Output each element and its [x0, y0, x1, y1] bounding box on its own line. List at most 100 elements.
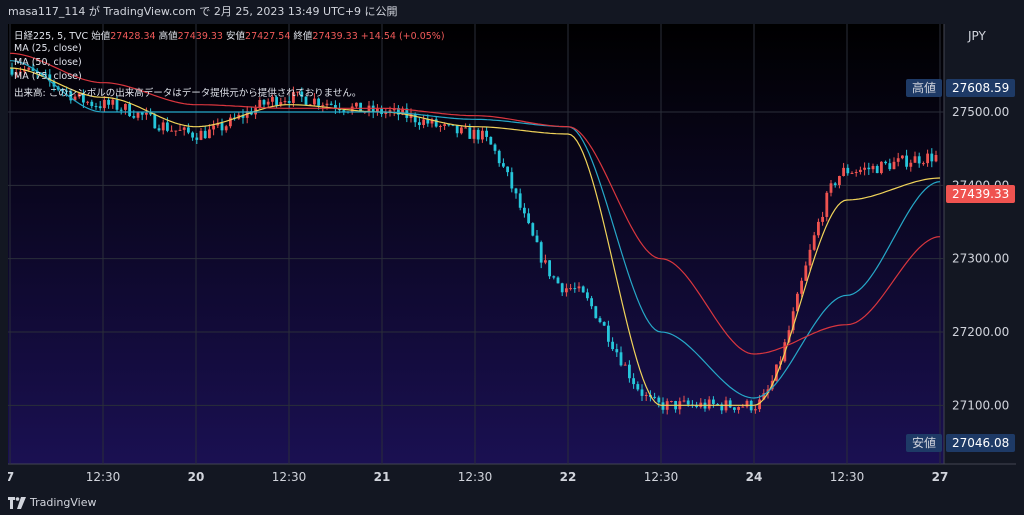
candle-body	[888, 163, 892, 170]
candle-body	[875, 166, 879, 174]
candle-body	[481, 130, 484, 140]
candle-body	[287, 101, 291, 103]
candle-body	[581, 286, 585, 293]
candle-body	[804, 265, 808, 281]
candle-body	[817, 221, 820, 236]
candle-body	[140, 112, 144, 115]
time-tick-label: 12:30	[830, 470, 865, 484]
time-tick-label: 12:30	[86, 470, 121, 484]
low-label: 安値	[226, 31, 246, 42]
candle-body	[506, 166, 509, 173]
candle-body	[712, 399, 715, 405]
candle-body	[859, 169, 862, 173]
candle-body	[518, 193, 522, 208]
candle-body	[313, 98, 316, 105]
high-tag-value: 27608.59	[952, 81, 1010, 95]
price-tick-label: 27500.00	[952, 105, 1009, 119]
time-tick-label: 7	[8, 470, 14, 484]
candle-body	[350, 106, 354, 112]
candle-body	[182, 127, 186, 130]
candle-body	[539, 242, 543, 263]
candle-body	[838, 176, 841, 186]
time-tick-label: 20	[188, 470, 205, 484]
publish-title: masa117_114 が TradingView.com で 2月 25, 2…	[8, 5, 398, 18]
candle-body	[737, 406, 740, 410]
candle-body	[321, 105, 325, 107]
candle-body	[476, 129, 480, 140]
time-tick-label: 24	[746, 470, 763, 484]
close-label: 終値	[293, 31, 313, 42]
candle-body	[846, 167, 850, 174]
chart-area[interactable]: 27500.0027400.0027300.0027200.0027100.00…	[8, 24, 1016, 488]
candle-body	[602, 322, 606, 326]
candle-body	[107, 99, 110, 105]
volume-note: 出来高: このシンボルの出来高データはデータ提供元から提供されておりません。	[14, 85, 361, 99]
brand-text: TradingView	[30, 496, 97, 509]
low-tag-label: 安値	[912, 436, 937, 450]
candle-body	[880, 161, 883, 174]
open-value: 27428.34	[110, 31, 156, 42]
candle-body	[569, 288, 572, 290]
candle-body	[502, 163, 505, 167]
candle-body	[510, 172, 514, 189]
candle-body	[224, 126, 228, 131]
candle-body	[615, 349, 619, 353]
candle-body	[191, 132, 194, 138]
tradingview-logo-icon	[8, 496, 26, 509]
high-tag-label: 高値	[912, 81, 937, 95]
low-tag-value: 27046.08	[952, 436, 1010, 450]
candle-body	[468, 127, 472, 139]
candle-body	[178, 129, 182, 131]
candle-body	[413, 113, 417, 123]
open-label: 始値	[91, 31, 111, 42]
candle-body	[132, 116, 136, 118]
candle-body	[262, 100, 266, 105]
candle-body	[166, 122, 169, 131]
candle-body	[934, 155, 938, 162]
price-tick-label: 27200.00	[952, 325, 1009, 339]
last-price-tag: 27439.33	[946, 185, 1016, 203]
candle-body	[577, 286, 581, 289]
candle-body	[926, 153, 929, 164]
time-tick-label: 12:30	[272, 470, 307, 484]
candle-body	[825, 192, 829, 217]
ma75-legend-label: MA (75, close)	[14, 71, 82, 82]
candle-body	[90, 101, 94, 107]
candle-body	[10, 68, 14, 75]
ma75-legend[interactable]: MA (75, close)	[14, 71, 82, 82]
candle-body	[208, 129, 211, 139]
candle-body	[460, 127, 463, 134]
candle-body	[842, 167, 845, 177]
candle-body	[728, 400, 732, 408]
candle-body	[229, 117, 232, 127]
low-price-tag: 27046.08	[946, 434, 1016, 452]
candle-body	[157, 128, 161, 131]
candle-body	[812, 235, 816, 250]
high-price-tag: 27608.59	[946, 79, 1016, 97]
candle-body	[98, 106, 102, 109]
candle-body	[472, 129, 476, 139]
ohlc-legend: 日経225, 5, TVC 始値27428.34 高値27439.33 安値27…	[14, 28, 445, 42]
ma25-legend[interactable]: MA (25, close)	[14, 43, 82, 54]
ma50-legend[interactable]: MA (50, close)	[14, 57, 82, 68]
candle-body	[884, 161, 887, 164]
candle-body	[443, 124, 446, 126]
candle-body	[733, 407, 736, 410]
candle-body	[607, 325, 610, 342]
candle-body	[653, 396, 656, 398]
candle-body	[422, 119, 425, 126]
candle-body	[111, 99, 115, 105]
high-price-name-tag: 高値	[906, 79, 943, 97]
close-value: 27439.33	[312, 31, 358, 42]
time-tick-label: 22	[560, 470, 577, 484]
candle-body	[930, 153, 934, 162]
candle-body	[590, 298, 593, 307]
candle-body	[829, 183, 833, 193]
candle-body	[867, 167, 871, 170]
ma25-legend-label: MA (25, close)	[14, 43, 82, 54]
tradingview-logo[interactable]: TradingView	[8, 496, 96, 509]
candle-body	[124, 103, 127, 110]
candle-body	[493, 144, 497, 151]
candle-body	[623, 364, 627, 366]
candle-body	[657, 397, 661, 403]
